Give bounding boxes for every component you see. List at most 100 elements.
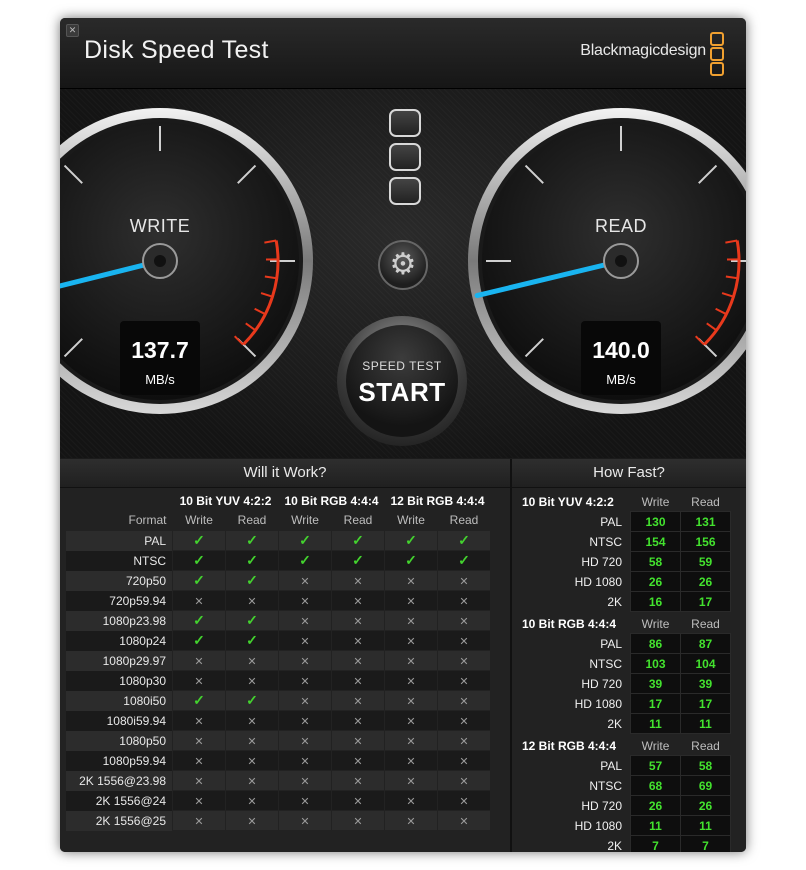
- col-header: Write: [397, 513, 425, 527]
- format-name: HD 720: [581, 798, 622, 813]
- cross-icon: ✕: [459, 615, 469, 628]
- status-cell-fail: ✕: [437, 690, 491, 711]
- checkmark-icon: ✓: [193, 612, 205, 628]
- status-cell-ok: ✓: [278, 530, 332, 551]
- status-cell-fail: ✕: [331, 790, 385, 811]
- fps-write-value: 17: [630, 693, 681, 714]
- title-bar: ✕ Disk Speed Test Blackmagicdesign: [60, 18, 746, 89]
- status-cell-fail: ✕: [278, 770, 332, 791]
- cross-icon: ✕: [353, 675, 363, 688]
- fps-read-value: 26: [680, 571, 731, 592]
- status-cell-ok: ✓: [225, 610, 279, 631]
- start-button-label: START: [358, 377, 446, 407]
- status-cell-fail: ✕: [172, 750, 226, 771]
- status-cell-ok: ✓: [172, 690, 226, 711]
- status-cell-ok: ✓: [172, 610, 226, 631]
- format-name: 1080p50: [66, 730, 173, 751]
- format-name: 2K 1556@25: [66, 810, 173, 831]
- status-cell-ok: ✓: [172, 550, 226, 571]
- status-cell-fail: ✕: [437, 770, 491, 791]
- format-name: HD 1080: [574, 696, 622, 711]
- close-icon[interactable]: ✕: [66, 24, 79, 37]
- cross-icon: ✕: [353, 715, 363, 728]
- checkmark-icon: ✓: [193, 572, 205, 588]
- cross-icon: ✕: [194, 735, 204, 748]
- status-cell-fail: ✕: [437, 630, 491, 651]
- group-header: 12 Bit RGB 4:4:4: [390, 494, 485, 508]
- status-cell-fail: ✕: [331, 710, 385, 731]
- how-fast-table: 10 Bit YUV 4:2:2 Write Read PAL 130 131 NTSC 15…: [522, 492, 731, 852]
- fps-write-value: 130: [630, 511, 681, 532]
- format-name: NTSC: [66, 550, 173, 571]
- start-button[interactable]: SPEED TEST START: [337, 316, 467, 446]
- cross-icon: ✕: [247, 715, 257, 728]
- format-name: 1080p30: [66, 670, 173, 691]
- status-cell-fail: ✕: [278, 590, 332, 611]
- col-header: Write: [185, 513, 213, 527]
- status-cell-fail: ✕: [172, 670, 226, 691]
- status-cell-fail: ✕: [331, 610, 385, 631]
- results-panels: Will it Work? How Fast? 10 Bit YUV 4:2:2…: [60, 459, 746, 852]
- table-row: NTSC 154 156: [522, 531, 731, 552]
- status-cell-fail: ✕: [437, 610, 491, 631]
- status-cell-fail: ✕: [384, 610, 438, 631]
- format-name: NTSC: [589, 534, 622, 549]
- table-row: 1080p29.97 ✕ ✕ ✕ ✕ ✕ ✕: [66, 650, 491, 671]
- write-col-header: Write: [641, 738, 670, 753]
- status-cell-fail: ✕: [384, 810, 438, 831]
- checkmark-icon: ✓: [193, 632, 205, 648]
- cross-icon: ✕: [353, 775, 363, 788]
- format-name: 2K 1556@23.98: [66, 770, 173, 791]
- table-row: HD 720 58 59: [522, 551, 731, 572]
- fps-read-value: 39: [680, 673, 731, 694]
- fps-read-value: 11: [680, 815, 731, 836]
- write-gauge: WRITE 137.7 MB/s: [60, 106, 315, 416]
- blank-header: [66, 492, 173, 510]
- status-cell-fail: ✕: [225, 790, 279, 811]
- table-row: 2K 1556@24 ✕ ✕ ✕ ✕ ✕ ✕: [66, 790, 491, 811]
- cross-icon: ✕: [247, 595, 257, 608]
- status-cell-fail: ✕: [384, 570, 438, 591]
- status-cell-ok: ✓: [225, 550, 279, 571]
- cross-icon: ✕: [300, 695, 310, 708]
- table-row: HD 720 26 26: [522, 795, 731, 816]
- group-header: 10 Bit YUV 4:2:2: [179, 494, 272, 508]
- cross-icon: ✕: [194, 715, 204, 728]
- read-col-header: Read: [691, 616, 720, 631]
- brand-name: Blackmagicdesign: [580, 42, 706, 59]
- status-cell-fail: ✕: [437, 810, 491, 831]
- status-cell-fail: ✕: [437, 570, 491, 591]
- format-name: 2K: [607, 716, 622, 731]
- cross-icon: ✕: [194, 675, 204, 688]
- fps-read-value: 104: [680, 653, 731, 674]
- table-row: HD 1080 17 17: [522, 693, 731, 714]
- cross-icon: ✕: [353, 655, 363, 668]
- status-cell-fail: ✕: [172, 710, 226, 731]
- will-it-work-header: Will it Work?: [60, 459, 510, 488]
- format-name: 1080i59.94: [66, 710, 173, 731]
- cross-icon: ✕: [247, 655, 257, 668]
- will-it-work-table: 10 Bit YUV 4:2:2 10 Bit RGB 4:4:4 12 Bit…: [66, 492, 491, 831]
- cross-icon: ✕: [194, 815, 204, 828]
- format-name: 1080i50: [66, 690, 173, 711]
- status-cell-fail: ✕: [278, 690, 332, 711]
- status-cell-fail: ✕: [331, 810, 385, 831]
- settings-button[interactable]: ⚙: [378, 240, 428, 290]
- status-cell-fail: ✕: [225, 710, 279, 731]
- col-header: Read: [343, 513, 373, 527]
- status-cell-fail: ✕: [278, 730, 332, 751]
- cross-icon: ✕: [247, 735, 257, 748]
- status-cell-fail: ✕: [437, 790, 491, 811]
- checkmark-icon: ✓: [299, 552, 311, 568]
- read-readout: 140.0 MB/s: [581, 321, 661, 395]
- cross-icon: ✕: [353, 755, 363, 768]
- group-name: 10 Bit YUV 4:2:2: [522, 494, 614, 509]
- status-cell-fail: ✕: [278, 810, 332, 831]
- table-row: HD 1080 11 11: [522, 815, 731, 836]
- cross-icon: ✕: [406, 735, 416, 748]
- status-cell-fail: ✕: [384, 790, 438, 811]
- checkmark-icon: ✓: [352, 552, 364, 568]
- status-cell-fail: ✕: [437, 750, 491, 771]
- cross-icon: ✕: [459, 715, 469, 728]
- cross-icon: ✕: [300, 775, 310, 788]
